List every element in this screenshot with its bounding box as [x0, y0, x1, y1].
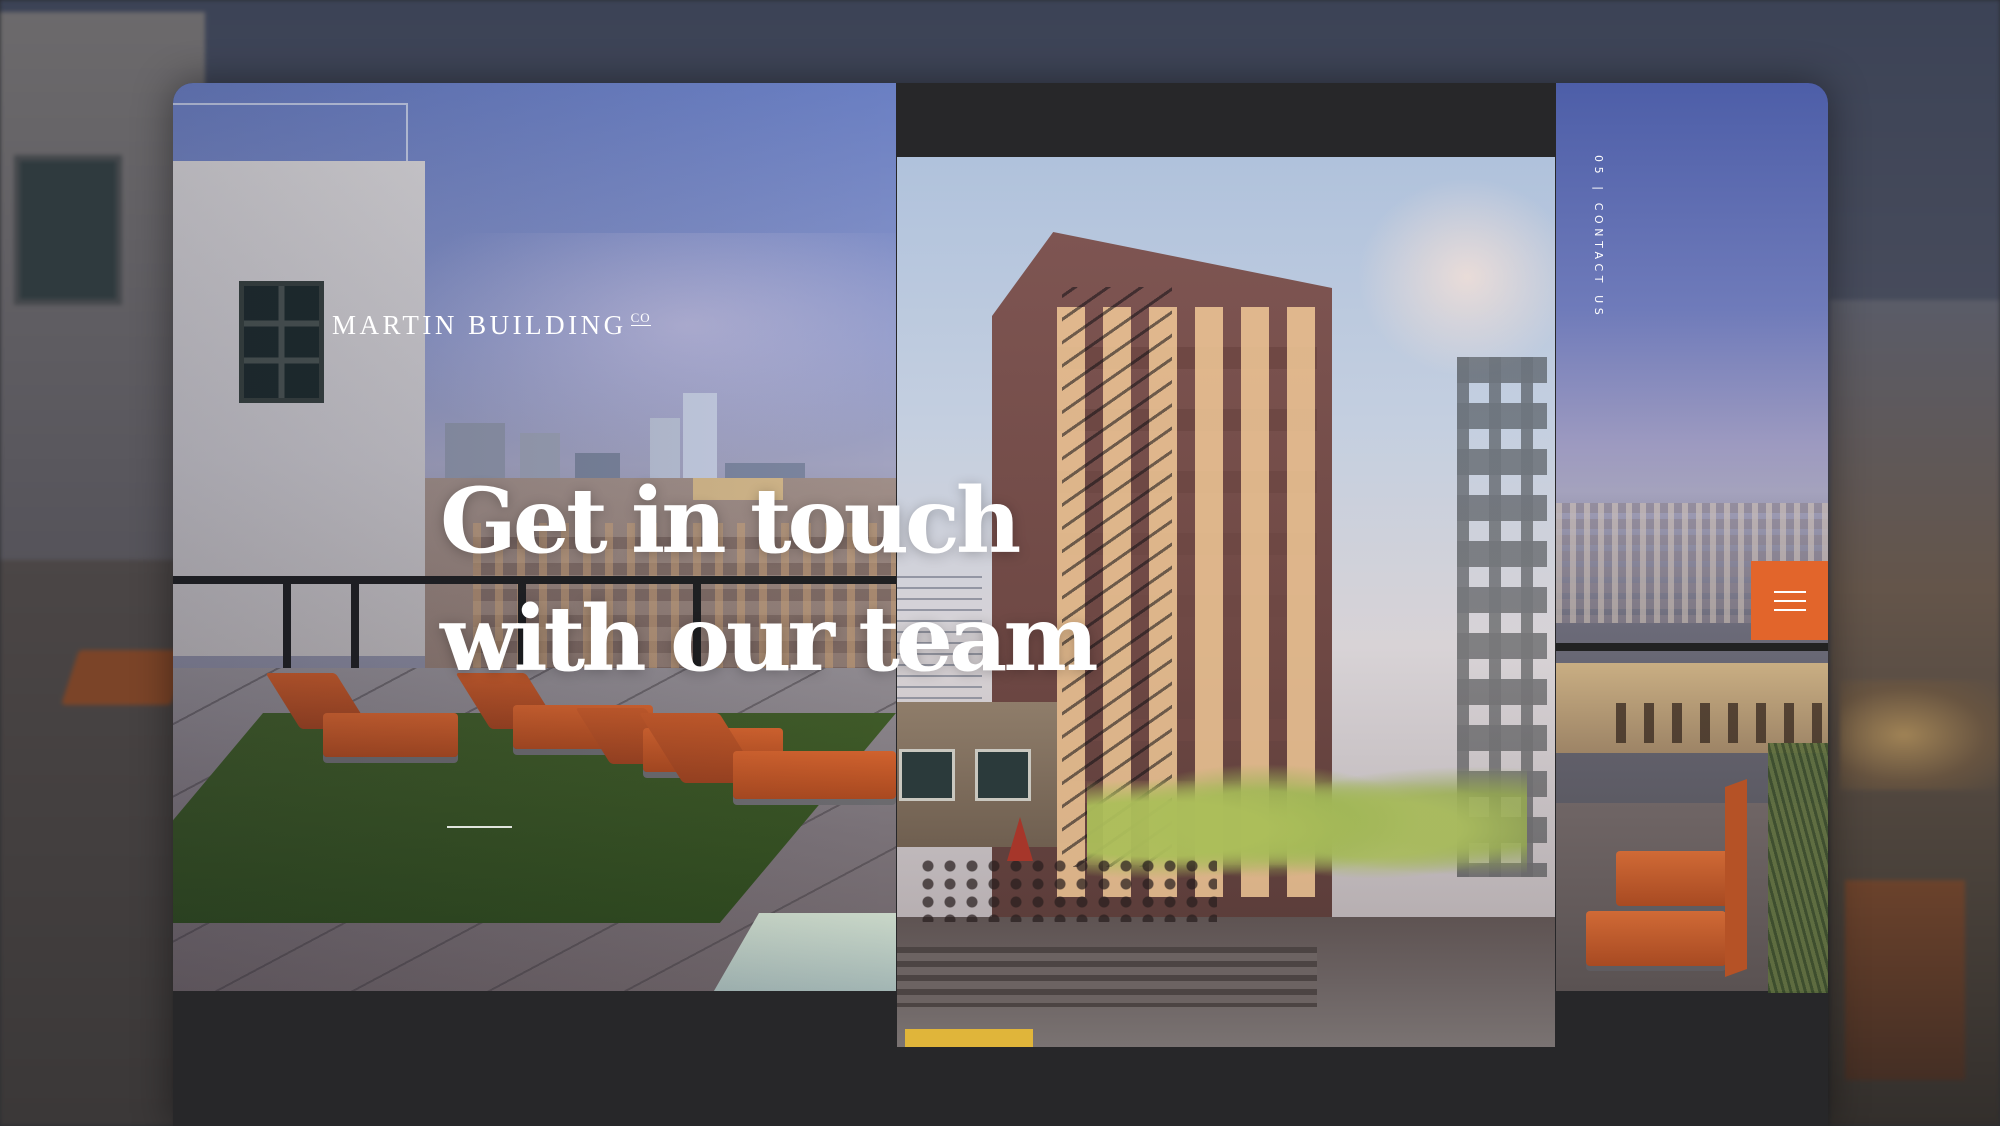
- section-indicator[interactable]: 05 | CONTACT US: [1592, 155, 1605, 319]
- background-chair-right: [1845, 880, 1965, 1080]
- headline-divider: [447, 826, 512, 828]
- headline-line-2: with our team: [440, 586, 1099, 692]
- hamburger-menu-icon: [1773, 599, 1806, 602]
- background-window: [14, 155, 122, 305]
- yellow-curb: [905, 1029, 1033, 1047]
- background-chair: [61, 650, 189, 705]
- hamburger-menu-icon: [1773, 590, 1806, 593]
- brand-logo[interactable]: MARTIN BUILDING CO: [332, 310, 651, 341]
- background-floor: [0, 560, 175, 1126]
- outdoor-diners: [917, 857, 1217, 922]
- brand-name: MARTIN BUILDING: [332, 310, 627, 340]
- storefront-window: [975, 749, 1031, 801]
- terrace-chair: [1586, 911, 1726, 966]
- chair-backrest: [1725, 848, 1747, 978]
- ornamental-grass: [1768, 743, 1828, 993]
- page-headline: Get in touch with our team: [440, 462, 1099, 698]
- brand-suffix: CO: [630, 310, 651, 326]
- terrace-railing: [1556, 643, 1828, 651]
- headline-line-1: Get in touch: [440, 468, 1021, 574]
- background-city-lights: [1840, 680, 2000, 790]
- plaza-steps: [897, 947, 1317, 1007]
- building-windows: [1616, 703, 1828, 743]
- hamburger-menu-icon: [1773, 608, 1806, 611]
- menu-button[interactable]: [1751, 561, 1828, 640]
- storefront-window: [899, 749, 955, 801]
- terrace-chair: [1616, 851, 1741, 906]
